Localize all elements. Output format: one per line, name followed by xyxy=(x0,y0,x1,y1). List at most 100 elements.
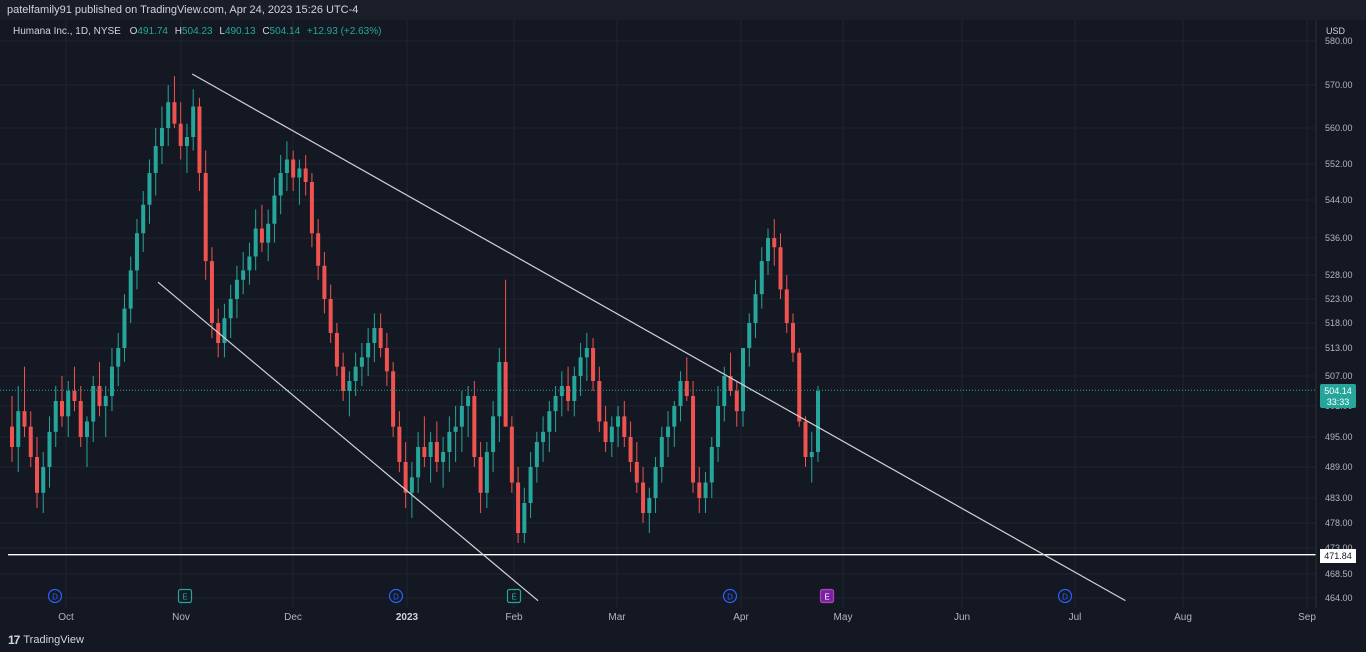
candle-body xyxy=(334,333,339,367)
candle-body xyxy=(453,426,458,432)
candle-body xyxy=(172,102,177,124)
candle-body xyxy=(184,137,189,146)
candle-body xyxy=(228,299,233,319)
x-tick-label: Mar xyxy=(608,612,626,623)
y-tick-label: 495.00 xyxy=(1325,432,1353,442)
candle-body xyxy=(647,498,652,513)
candle-body xyxy=(203,173,208,262)
candle-body xyxy=(753,294,758,323)
candle-body xyxy=(697,482,702,498)
event-label: D xyxy=(1062,593,1068,602)
candle-body xyxy=(22,411,27,427)
candle-body xyxy=(241,270,246,280)
candle-body xyxy=(634,462,639,483)
candle-body xyxy=(816,391,820,452)
candle-body xyxy=(497,362,502,417)
candle-body xyxy=(709,447,714,483)
bar-countdown: 33:33 xyxy=(1327,397,1350,407)
candle-body xyxy=(272,195,277,224)
open-value: 491.74 xyxy=(137,26,168,37)
candle-body xyxy=(503,362,508,427)
y-tick-label: 507.00 xyxy=(1325,371,1353,381)
candle-body xyxy=(103,396,108,406)
candle-body xyxy=(809,452,814,457)
candle-body xyxy=(691,396,696,483)
candle-body xyxy=(672,406,677,427)
candle-body xyxy=(747,323,752,348)
candle-body xyxy=(141,204,146,234)
candle-body xyxy=(584,348,589,358)
publish-header: patelfamily91 published on TradingView.c… xyxy=(0,0,1366,20)
symbol-legend[interactable]: Humana Inc., 1D, NYSE O491.74 H504.23 L4… xyxy=(13,26,381,37)
candle-body xyxy=(347,381,352,391)
candle-body xyxy=(309,182,314,234)
candle-body xyxy=(722,376,727,406)
candle-body xyxy=(734,391,739,412)
change-value: +12.93 (+2.63%) xyxy=(307,26,382,37)
candle-body xyxy=(491,416,496,452)
candle-body xyxy=(253,228,258,257)
symbol-name: Humana Inc., 1D, NYSE xyxy=(13,26,121,37)
last-price: 504.14 xyxy=(1324,386,1352,396)
candle-body xyxy=(678,381,683,406)
candle-body xyxy=(47,431,52,467)
candle-body xyxy=(109,366,114,396)
candle-body xyxy=(766,238,771,262)
candle-body xyxy=(572,376,577,401)
candle-body xyxy=(534,442,539,467)
y-tick-label: 552.00 xyxy=(1325,159,1353,169)
candle-body xyxy=(66,391,71,417)
candle-body xyxy=(328,299,333,333)
x-tick-label: May xyxy=(834,612,853,623)
candle-body xyxy=(284,159,289,173)
candle-body xyxy=(366,343,371,358)
y-tick-label: 536.00 xyxy=(1325,233,1353,243)
candle-body xyxy=(622,416,627,437)
event-label: D xyxy=(727,593,733,602)
candle-body xyxy=(291,159,296,178)
candle-body xyxy=(516,482,521,533)
candle-body xyxy=(716,406,721,447)
candle-body xyxy=(297,168,302,178)
candle-body xyxy=(322,265,327,299)
price-chart[interactable]: D E D E D E D 580.00 570.00 560.00 552.00 544.00 53… xyxy=(0,20,1366,628)
candle-body xyxy=(159,128,164,146)
candle-body xyxy=(266,223,271,243)
candle-body xyxy=(41,467,46,493)
candle-body xyxy=(416,447,421,478)
candle-body xyxy=(441,452,446,462)
candle-body xyxy=(484,452,489,493)
candle-body xyxy=(447,431,452,452)
candle-body xyxy=(128,270,133,309)
candle-body xyxy=(553,396,558,412)
y-tick-label: 560.00 xyxy=(1325,123,1353,133)
candle-body xyxy=(191,106,196,137)
candle-body xyxy=(391,371,396,427)
candle-body xyxy=(478,457,483,493)
candle-body xyxy=(53,401,58,432)
y-tick-label: 483.00 xyxy=(1325,493,1353,503)
candle-body xyxy=(803,421,808,457)
candle-body xyxy=(316,233,321,266)
event-label: E xyxy=(511,593,516,602)
candle-body xyxy=(434,442,439,462)
candle-body xyxy=(459,406,464,427)
candle-body xyxy=(234,279,239,299)
candle-body xyxy=(303,168,308,182)
y-tick-label: 489.00 xyxy=(1325,462,1353,472)
candle-body xyxy=(134,233,139,271)
event-label: E xyxy=(182,593,187,602)
candle-body xyxy=(10,426,14,447)
candle-body xyxy=(91,386,96,422)
tradingview-logo[interactable]: 17 TradingView xyxy=(8,633,84,647)
last-price-badge: 504.14 33:33 xyxy=(1320,384,1356,408)
candle-body xyxy=(578,357,583,376)
candle-body xyxy=(784,289,789,323)
y-tick-label: 528.00 xyxy=(1325,270,1353,280)
candle-body xyxy=(384,348,389,372)
candle-body xyxy=(684,381,689,396)
candle-body xyxy=(428,442,433,457)
tv-icon: 17 xyxy=(8,633,20,647)
footer: 17 TradingView xyxy=(0,628,1366,652)
x-tick-label: 2023 xyxy=(396,612,419,623)
